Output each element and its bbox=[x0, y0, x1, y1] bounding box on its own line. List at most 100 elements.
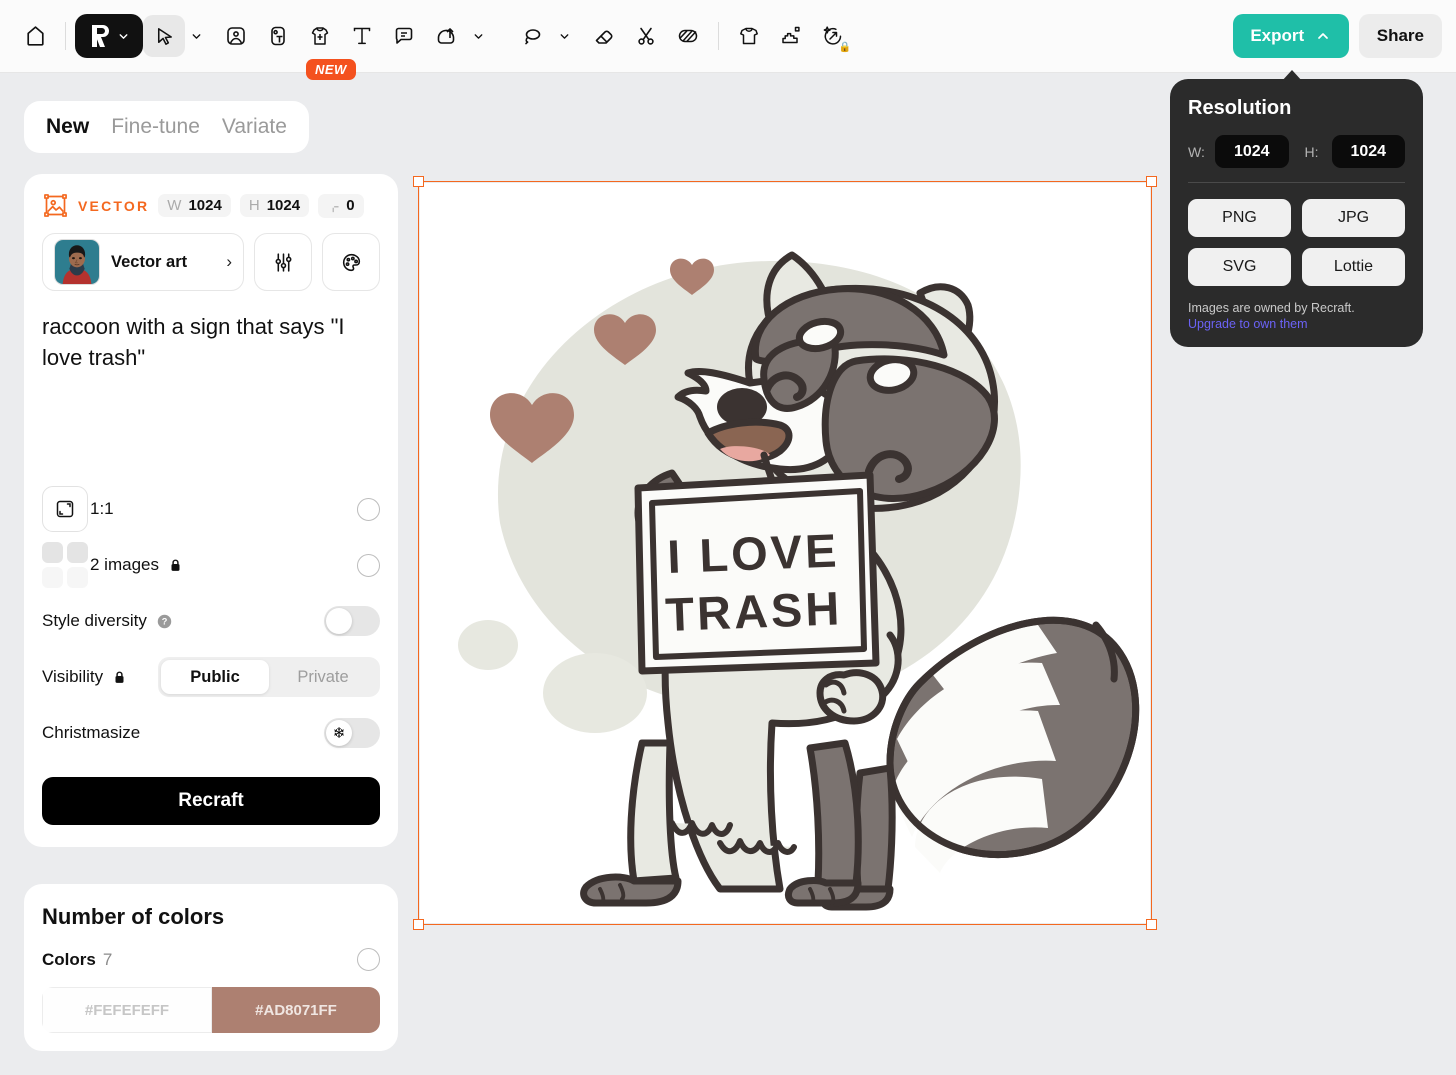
upload-tool-chevron-down-icon[interactable] bbox=[467, 15, 489, 57]
front-leg-far bbox=[810, 743, 858, 883]
style-name-label: Vector art bbox=[111, 253, 187, 271]
image-count-grid-icon[interactable] bbox=[42, 542, 88, 588]
canvas-width-field[interactable]: W 1024 bbox=[158, 194, 231, 217]
ownership-note: Images are owned by Recraft. bbox=[1188, 301, 1405, 315]
colors-label: Colors bbox=[42, 950, 96, 970]
new-badge: NEW bbox=[306, 59, 356, 80]
share-button[interactable]: Share bbox=[1359, 14, 1442, 58]
color-swatch-1[interactable]: #FEFEFEFF bbox=[42, 987, 212, 1033]
image-count-right bbox=[357, 554, 380, 577]
home-icon[interactable] bbox=[14, 15, 56, 57]
mockup-tool-icon[interactable] bbox=[299, 15, 341, 57]
decor-ellipse-large bbox=[543, 653, 647, 733]
left-leg bbox=[631, 743, 676, 881]
lasso-tool-chevron-down-icon[interactable] bbox=[553, 15, 575, 57]
colors-radio[interactable] bbox=[357, 948, 380, 971]
visibility-row: Visibility Public Private bbox=[42, 649, 380, 705]
back-leg bbox=[856, 768, 892, 889]
export-button[interactable]: Export bbox=[1233, 14, 1349, 58]
image-count-radio[interactable] bbox=[357, 554, 380, 577]
corner-radius-field[interactable]: ⌌ 0 bbox=[318, 194, 363, 218]
sign-text-line2: TRASH bbox=[664, 581, 843, 641]
snowflake-icon: ❄ bbox=[326, 720, 352, 746]
width-input[interactable]: 1024 bbox=[1215, 135, 1289, 168]
expand-tool-icon[interactable] bbox=[770, 15, 812, 57]
resolution-popover: Resolution W: 1024 H: 1024 PNG JPG SVG L… bbox=[1170, 79, 1423, 347]
height-label: H: bbox=[1305, 144, 1326, 160]
aspect-ratio-radio[interactable] bbox=[357, 498, 380, 521]
export-lottie-button[interactable]: Lottie bbox=[1302, 248, 1405, 286]
recraft-logo[interactable] bbox=[75, 14, 143, 58]
image-count-icon-wrap bbox=[42, 542, 90, 588]
corner-radius-value: 0 bbox=[346, 197, 354, 214]
style-controls-row: Vector art › bbox=[42, 233, 380, 291]
corner-radius-icon: ⌌ bbox=[327, 197, 339, 215]
christmasize-right: ❄ bbox=[324, 718, 380, 748]
aspect-ratio-right bbox=[357, 498, 380, 521]
sliders-icon bbox=[271, 250, 296, 275]
eraser-tool-icon[interactable] bbox=[583, 15, 625, 57]
visibility-private-option[interactable]: Private bbox=[269, 660, 377, 694]
visibility-segmented-control: Public Private bbox=[158, 657, 380, 697]
palette-icon bbox=[339, 250, 364, 275]
paw-right bbox=[820, 673, 883, 721]
upscale-tool-icon[interactable]: 🔒 bbox=[812, 15, 854, 57]
christmasize-label: Christmasize bbox=[42, 723, 140, 743]
style-diversity-label-wrap: Style diversity ? bbox=[42, 611, 173, 631]
svg-text:?: ? bbox=[162, 616, 168, 626]
canvas-height-value: 1024 bbox=[267, 197, 300, 214]
recraft-generate-button[interactable]: Recraft bbox=[42, 777, 380, 825]
export-png-button[interactable]: PNG bbox=[1188, 199, 1291, 237]
select-tool-icon[interactable] bbox=[143, 15, 185, 57]
resolution-title: Resolution bbox=[1188, 97, 1405, 120]
share-label: Share bbox=[1377, 26, 1424, 46]
style-diversity-label: Style diversity bbox=[42, 611, 147, 631]
number-of-colors-panel: Number of colors Colors 7 #FEFEFEFF #AD8… bbox=[24, 884, 398, 1051]
style-settings-button[interactable] bbox=[254, 233, 312, 291]
tab-variate[interactable]: Variate bbox=[222, 115, 287, 139]
toggle-knob bbox=[326, 608, 352, 634]
visibility-public-option[interactable]: Public bbox=[161, 660, 269, 694]
tab-new[interactable]: New bbox=[46, 115, 89, 139]
prompt-input[interactable]: raccoon with a sign that says "I love tr… bbox=[42, 311, 380, 481]
style-selector[interactable]: Vector art › bbox=[42, 233, 244, 291]
image-tool-icon[interactable] bbox=[215, 15, 257, 57]
raccoon-artwork: I LOVE TRASH bbox=[420, 183, 1150, 923]
comment-tool-icon[interactable] bbox=[383, 15, 425, 57]
vector-settings-row: VECTOR W 1024 H 1024 ⌌ 0 bbox=[42, 192, 380, 219]
upgrade-link[interactable]: Upgrade to own them bbox=[1188, 317, 1405, 331]
help-icon[interactable]: ? bbox=[156, 613, 173, 630]
palette-button[interactable] bbox=[322, 233, 380, 291]
lock-icon: 🔒 bbox=[839, 43, 851, 53]
image-text-tool-icon[interactable] bbox=[257, 15, 299, 57]
export-svg-button[interactable]: SVG bbox=[1188, 248, 1291, 286]
aspect-ratio-icon-wrap bbox=[42, 486, 90, 532]
export-label: Export bbox=[1250, 26, 1304, 46]
upload-tool-icon[interactable] bbox=[425, 15, 467, 57]
tab-fine-tune[interactable]: Fine-tune bbox=[111, 115, 200, 139]
aspect-ratio-row: 1:1 bbox=[42, 481, 380, 537]
export-jpg-button[interactable]: JPG bbox=[1302, 199, 1405, 237]
image-count-label-wrap: 2 images bbox=[90, 555, 183, 575]
colors-count-value: 7 bbox=[103, 950, 112, 970]
front-foot-far bbox=[788, 881, 858, 903]
canvas-height-field[interactable]: H 1024 bbox=[240, 194, 309, 217]
image-count-row: 2 images bbox=[42, 537, 380, 593]
inpaint-tool-icon[interactable] bbox=[667, 15, 709, 57]
color-swatch-2[interactable]: #AD8071FF bbox=[212, 987, 380, 1033]
visibility-label: Visibility bbox=[42, 667, 103, 687]
artboard[interactable]: I LOVE TRASH bbox=[420, 183, 1150, 923]
lasso-tool-icon[interactable] bbox=[511, 15, 553, 57]
style-diversity-toggle[interactable] bbox=[324, 606, 380, 636]
crop-icon bbox=[53, 497, 77, 521]
apparel-tool-icon[interactable] bbox=[728, 15, 770, 57]
aspect-ratio-button[interactable] bbox=[42, 486, 88, 532]
christmasize-toggle[interactable]: ❄ bbox=[324, 718, 380, 748]
lock-icon bbox=[112, 669, 127, 686]
select-tool-chevron-down-icon[interactable] bbox=[185, 15, 207, 57]
height-input[interactable]: 1024 bbox=[1332, 135, 1406, 168]
scissors-tool-icon[interactable] bbox=[625, 15, 667, 57]
popover-divider bbox=[1188, 182, 1405, 183]
vector-type-tag: VECTOR bbox=[78, 198, 149, 214]
text-tool-icon[interactable] bbox=[341, 15, 383, 57]
